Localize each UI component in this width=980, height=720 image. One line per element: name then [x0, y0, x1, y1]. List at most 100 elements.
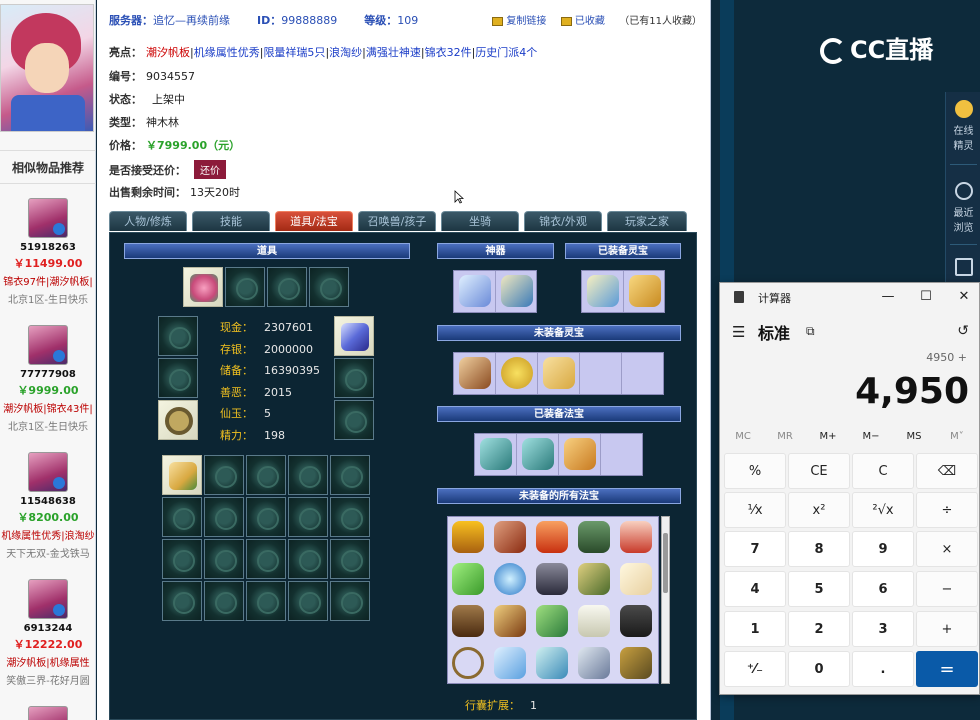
- fabao-item[interactable]: [494, 647, 526, 679]
- favorite-button[interactable]: 已收藏: [575, 16, 605, 27]
- divide-button[interactable]: ÷: [916, 492, 978, 528]
- fabao-item[interactable]: [494, 521, 526, 553]
- fabao-item[interactable]: [494, 605, 526, 637]
- similar-item[interactable]: [0, 706, 96, 720]
- digit-7-button[interactable]: 7: [724, 531, 786, 567]
- empty-slot[interactable]: [288, 497, 328, 537]
- fabao-scrollbar[interactable]: [661, 516, 670, 684]
- empty-slot[interactable]: [204, 497, 244, 537]
- empty-slot[interactable]: [162, 581, 202, 621]
- recent-browse-tool[interactable]: 最近 浏览: [946, 182, 980, 234]
- empty-slot[interactable]: [288, 455, 328, 495]
- similar-item[interactable]: 6913244 ￥12222.00 潮汐帆板|机缘属性 笑傲三界-花好月圆: [0, 579, 96, 687]
- fabao-item[interactable]: [620, 521, 652, 553]
- empty-slot[interactable]: [162, 539, 202, 579]
- fabao-item[interactable]: [536, 647, 568, 679]
- memory-store-button[interactable]: MS: [893, 431, 935, 447]
- digit-2-button[interactable]: 2: [788, 611, 850, 647]
- minimize-icon[interactable]: —: [878, 287, 898, 307]
- digit-4-button[interactable]: 4: [724, 571, 786, 607]
- similar-item[interactable]: 51918263 ￥11499.00 锦衣97件|潮汐帆板| 北京1区-生日快乐: [0, 198, 96, 306]
- clear-button[interactable]: C: [852, 453, 914, 489]
- fabao-item[interactable]: [452, 605, 484, 637]
- multiply-button[interactable]: ×: [916, 531, 978, 567]
- empty-slot[interactable]: [334, 358, 374, 398]
- digit-3-button[interactable]: 3: [852, 611, 914, 647]
- digit-9-button[interactable]: 9: [852, 531, 914, 567]
- highlight-tag[interactable]: 限量祥瑞5只: [263, 46, 325, 59]
- empty-slot[interactable]: [204, 539, 244, 579]
- fabao-item[interactable]: [536, 605, 568, 637]
- empty-slot[interactable]: [246, 497, 286, 537]
- similar-item[interactable]: 11548638 ￥8200.00 机缘属性优秀|浪淘纱 天下无双-金戈铁马: [0, 452, 96, 560]
- fabao-item[interactable]: [522, 438, 554, 470]
- empty-slot[interactable]: [204, 581, 244, 621]
- empty-slot[interactable]: [204, 455, 244, 495]
- empty-slot[interactable]: [330, 497, 370, 537]
- empty-slot[interactable]: [225, 267, 265, 307]
- backspace-button[interactable]: ⌫: [916, 453, 978, 489]
- keep-on-top-icon[interactable]: ⧉: [806, 324, 815, 339]
- online-sprite-tool[interactable]: 在线 精灵: [946, 100, 980, 152]
- memory-subtract-button[interactable]: M−: [850, 431, 892, 447]
- sqrt-button[interactable]: ²√x: [852, 492, 914, 528]
- empty-slot[interactable]: [246, 455, 286, 495]
- similar-item[interactable]: 77777908 ￥9999.00 潮汐帆板|锦衣43件| 北京1区-生日快乐: [0, 325, 96, 433]
- empty-slot[interactable]: [246, 581, 286, 621]
- fabao-item[interactable]: [452, 521, 484, 553]
- equals-button[interactable]: =: [916, 651, 978, 687]
- empty-slot[interactable]: [334, 400, 374, 440]
- fabao-item[interactable]: [578, 521, 610, 553]
- fabao-item[interactable]: [620, 647, 652, 679]
- fabao-item[interactable]: [620, 563, 652, 595]
- add-button[interactable]: +: [916, 611, 978, 647]
- similar-item-avatar[interactable]: [28, 706, 68, 720]
- calculator-titlebar[interactable]: 计算器 — ☐ ✕: [720, 283, 980, 311]
- lingbao-item[interactable]: [543, 357, 575, 389]
- tab-items[interactable]: 道具/法宝: [275, 211, 353, 231]
- fabao-item[interactable]: [536, 563, 568, 595]
- tab-mounts[interactable]: 坐骑: [441, 211, 519, 231]
- fabao-item[interactable]: [452, 563, 484, 595]
- empty-slot[interactable]: [162, 497, 202, 537]
- digit-6-button[interactable]: 6: [852, 571, 914, 607]
- bag-item-slot[interactable]: [162, 455, 202, 495]
- empty-slot[interactable]: [330, 539, 370, 579]
- lingbao-item[interactable]: [587, 275, 619, 307]
- equipped-item-slot[interactable]: [334, 316, 374, 356]
- highlight-tag[interactable]: 历史门派4个: [475, 46, 537, 59]
- fabao-item[interactable]: [452, 647, 484, 679]
- fabao-item[interactable]: [620, 605, 652, 637]
- highlight-tag[interactable]: 锦衣32件: [425, 46, 472, 59]
- highlight-tag[interactable]: 机缘属性优秀: [194, 46, 260, 59]
- edit-tool[interactable]: [946, 258, 980, 280]
- empty-slot[interactable]: [330, 455, 370, 495]
- tab-skills[interactable]: 技能: [192, 211, 270, 231]
- clear-entry-button[interactable]: CE: [788, 453, 850, 489]
- tab-pets[interactable]: 召唤兽/孩子: [358, 211, 436, 231]
- subtract-button[interactable]: −: [916, 571, 978, 607]
- empty-slot[interactable]: [158, 316, 198, 356]
- fabao-item[interactable]: [494, 563, 526, 595]
- favorite-icon[interactable]: [560, 16, 572, 26]
- highlight-tag[interactable]: 潮汐帆板: [146, 46, 190, 59]
- lingbao-item[interactable]: [629, 275, 661, 307]
- square-button[interactable]: x²: [788, 492, 850, 528]
- percent-button[interactable]: %: [724, 453, 786, 489]
- empty-slot[interactable]: [330, 581, 370, 621]
- fabao-item[interactable]: [578, 605, 610, 637]
- memory-add-button[interactable]: M+: [807, 431, 849, 447]
- tab-home[interactable]: 玩家之家: [607, 211, 687, 231]
- fabao-item[interactable]: [578, 563, 610, 595]
- history-icon[interactable]: ↺: [957, 323, 969, 339]
- highlight-tag[interactable]: 满强壮神速: [366, 46, 421, 59]
- digit-8-button[interactable]: 8: [788, 531, 850, 567]
- tab-character[interactable]: 人物/修炼: [109, 211, 187, 231]
- negate-button[interactable]: ⁺⁄₋: [724, 651, 786, 687]
- artifact-item[interactable]: [459, 275, 491, 307]
- copy-link-button[interactable]: 复制链接: [506, 16, 546, 27]
- empty-slot[interactable]: [288, 539, 328, 579]
- lingbao-item[interactable]: [501, 357, 533, 389]
- fabao-item[interactable]: [480, 438, 512, 470]
- decimal-button[interactable]: .: [852, 651, 914, 687]
